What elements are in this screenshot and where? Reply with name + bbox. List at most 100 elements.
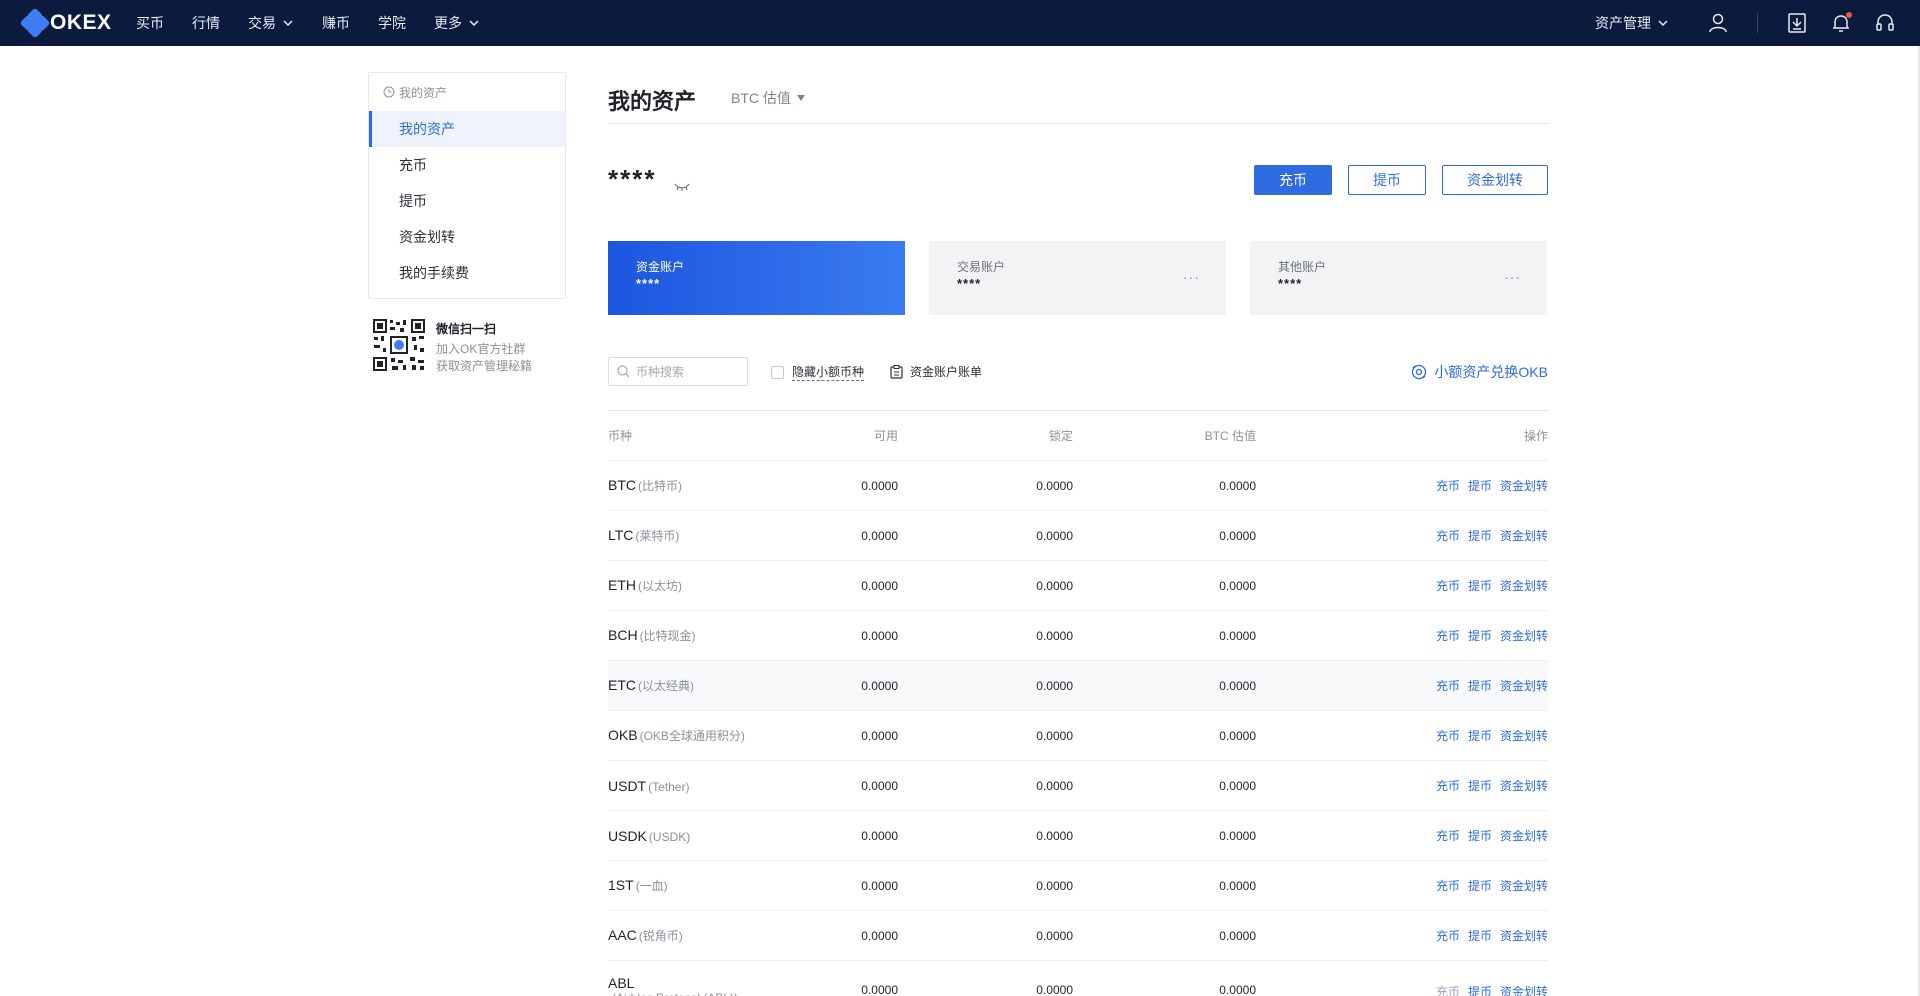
sidebar-item-withdraw[interactable]: 提币 xyxy=(369,183,565,219)
row-transfer-link[interactable]: 资金划转 xyxy=(1500,577,1548,594)
coin-symbol: LTC xyxy=(608,527,634,543)
locked-value: 0.0000 xyxy=(1036,578,1073,593)
row-transfer-link[interactable]: 资金划转 xyxy=(1500,983,1548,996)
account-card-other[interactable]: 其他账户 **** ··· xyxy=(1250,241,1547,315)
ops-cell: 充币 提币 资金划转 xyxy=(1256,975,1548,996)
logo-mark-icon xyxy=(19,7,51,39)
account-label: 资金账户 xyxy=(636,260,685,274)
coin-name: (OKB全球通用积分) xyxy=(639,729,745,743)
row-transfer-link[interactable]: 资金划转 xyxy=(1500,877,1548,894)
row-deposit-link[interactable]: 充币 xyxy=(1436,677,1460,694)
row-deposit-link[interactable]: 充币 xyxy=(1436,477,1460,494)
nav-item-more[interactable]: 更多 xyxy=(434,13,480,33)
coin-search[interactable] xyxy=(608,357,748,386)
sidebar-item-label: 提币 xyxy=(399,193,427,209)
row-withdraw-link[interactable]: 提币 xyxy=(1468,927,1492,944)
btc-valuation-value: 0.0000 xyxy=(1219,728,1256,743)
coin-cell: BTC (比特币) xyxy=(608,477,798,494)
locked-value: 0.0000 xyxy=(1036,928,1073,943)
sidebar-item-my-assets[interactable]: 我的资产 xyxy=(369,111,565,147)
row-deposit-link[interactable]: 充币 xyxy=(1436,877,1460,894)
coin-cell: ABL(Airbloc Protocol (ABL)) xyxy=(608,975,798,996)
row-withdraw-link[interactable]: 提币 xyxy=(1468,827,1492,844)
more-icon[interactable]: ··· xyxy=(1183,269,1200,285)
sidebar-item-deposit[interactable]: 充币 xyxy=(369,147,565,183)
row-transfer-link[interactable]: 资金划转 xyxy=(1500,927,1548,944)
download-icon[interactable] xyxy=(1786,12,1808,34)
small-asset-exchange-link[interactable]: 小额资产兑换OKB xyxy=(1411,362,1548,382)
withdraw-button[interactable]: 提币 xyxy=(1348,165,1426,195)
transfer-button[interactable]: 资金划转 xyxy=(1442,165,1548,195)
row-withdraw-link[interactable]: 提币 xyxy=(1468,527,1492,544)
funding-bill-link[interactable]: 资金账户账单 xyxy=(890,363,982,380)
nav-item-trade[interactable]: 交易 xyxy=(248,13,294,33)
row-withdraw-link[interactable]: 提币 xyxy=(1468,677,1492,694)
row-transfer-link[interactable]: 资金划转 xyxy=(1500,477,1548,494)
eye-closed-icon[interactable] xyxy=(674,182,690,192)
table-row: ETH (以太坊) 0.0000 0.0000 0.0000 充币 提币 资金划转 xyxy=(608,561,1548,611)
search-input[interactable] xyxy=(636,364,746,379)
nav-item-label: 赚币 xyxy=(322,15,350,31)
chevron-down-icon xyxy=(283,20,293,27)
bell-icon[interactable] xyxy=(1830,12,1852,34)
row-deposit-link[interactable]: 充币 xyxy=(1436,627,1460,644)
available-value: 0.0000 xyxy=(861,728,898,743)
row-deposit-link[interactable]: 充币 xyxy=(1436,927,1460,944)
coin-cell: BCH (比特现金) xyxy=(608,627,798,644)
hide-small-toggle[interactable]: 隐藏小额币种 xyxy=(771,363,865,381)
row-transfer-link[interactable]: 资金划转 xyxy=(1500,827,1548,844)
row-withdraw-link[interactable]: 提币 xyxy=(1468,777,1492,794)
account-card-funding[interactable]: 资金账户 **** xyxy=(608,241,905,315)
btc-valuation-value: 0.0000 xyxy=(1219,678,1256,693)
row-deposit-link[interactable]: 充币 xyxy=(1436,777,1460,794)
row-transfer-link[interactable]: 资金划转 xyxy=(1500,677,1548,694)
header-ops: 操作 xyxy=(1523,429,1548,443)
sidebar-item-fees[interactable]: 我的手续费 xyxy=(369,255,565,291)
row-deposit-link[interactable]: 充币 xyxy=(1436,527,1460,544)
ops-cell: 充币 提币 资金划转 xyxy=(1256,927,1548,944)
row-transfer-link[interactable]: 资金划转 xyxy=(1500,527,1548,544)
nav-item-earn[interactable]: 赚币 xyxy=(322,13,350,33)
row-withdraw-link[interactable]: 提币 xyxy=(1468,577,1492,594)
table-row: BCH (比特现金) 0.0000 0.0000 0.0000 充币 提币 资金划转 xyxy=(608,611,1548,661)
sidebar-item-transfer[interactable]: 资金划转 xyxy=(369,219,565,255)
row-withdraw-link[interactable]: 提币 xyxy=(1468,877,1492,894)
nav-item-markets[interactable]: 行情 xyxy=(192,13,220,33)
row-deposit-link[interactable]: 充币 xyxy=(1436,727,1460,744)
nav-item-buy[interactable]: 买币 xyxy=(136,13,164,33)
row-transfer-link[interactable]: 资金划转 xyxy=(1500,727,1548,744)
deposit-button[interactable]: 充币 xyxy=(1254,165,1332,195)
small-asset-exchange-label: 小额资产兑换OKB xyxy=(1434,364,1548,380)
row-withdraw-link[interactable]: 提币 xyxy=(1468,477,1492,494)
sidebar-item-label: 资金划转 xyxy=(399,229,455,245)
ops-cell: 充币 提币 资金划转 xyxy=(1256,627,1548,644)
row-deposit-link[interactable]: 充币 xyxy=(1436,577,1460,594)
more-icon[interactable]: ··· xyxy=(1504,269,1521,285)
account-card-trading[interactable]: 交易账户 **** ··· xyxy=(929,241,1226,315)
coin-symbol: AAC xyxy=(608,927,637,943)
row-deposit-link[interactable]: 充币 xyxy=(1436,983,1460,996)
ops-cell: 充币 提币 资金划转 xyxy=(1256,777,1548,794)
coin-name: (USDK) xyxy=(648,829,691,844)
nav-item-academy[interactable]: 学院 xyxy=(378,13,406,33)
row-deposit-link[interactable]: 充币 xyxy=(1436,827,1460,844)
promo-text: 加入OK官方社群 xyxy=(436,342,526,356)
row-withdraw-link[interactable]: 提币 xyxy=(1468,983,1492,996)
valuation-selector[interactable]: BTC 估值 xyxy=(731,88,805,108)
row-transfer-link[interactable]: 资金划转 xyxy=(1500,627,1548,644)
row-withdraw-link[interactable]: 提币 xyxy=(1468,627,1492,644)
row-transfer-link[interactable]: 资金划转 xyxy=(1500,777,1548,794)
locked-value: 0.0000 xyxy=(1036,678,1073,693)
headset-icon[interactable] xyxy=(1874,12,1896,34)
table-row: LTC (莱特币) 0.0000 0.0000 0.0000 充币 提币 资金划转 xyxy=(608,511,1548,561)
ops-cell: 充币 提币 资金划转 xyxy=(1256,527,1548,544)
coin-name: (一血) xyxy=(635,879,668,893)
hide-small-checkbox[interactable] xyxy=(771,365,784,379)
main-nav: 买币 行情 交易 赚币 学院 更多 xyxy=(136,0,508,46)
okex-logo[interactable]: OKEX xyxy=(19,7,112,39)
table-row: ABL(Airbloc Protocol (ABL)) 0.0000 0.0000 0… xyxy=(608,961,1548,996)
coin-symbol: USDK xyxy=(608,827,647,844)
row-withdraw-link[interactable]: 提币 xyxy=(1468,727,1492,744)
user-icon[interactable] xyxy=(1707,12,1729,34)
asset-management-menu[interactable]: 资产管理 xyxy=(1595,13,1669,33)
